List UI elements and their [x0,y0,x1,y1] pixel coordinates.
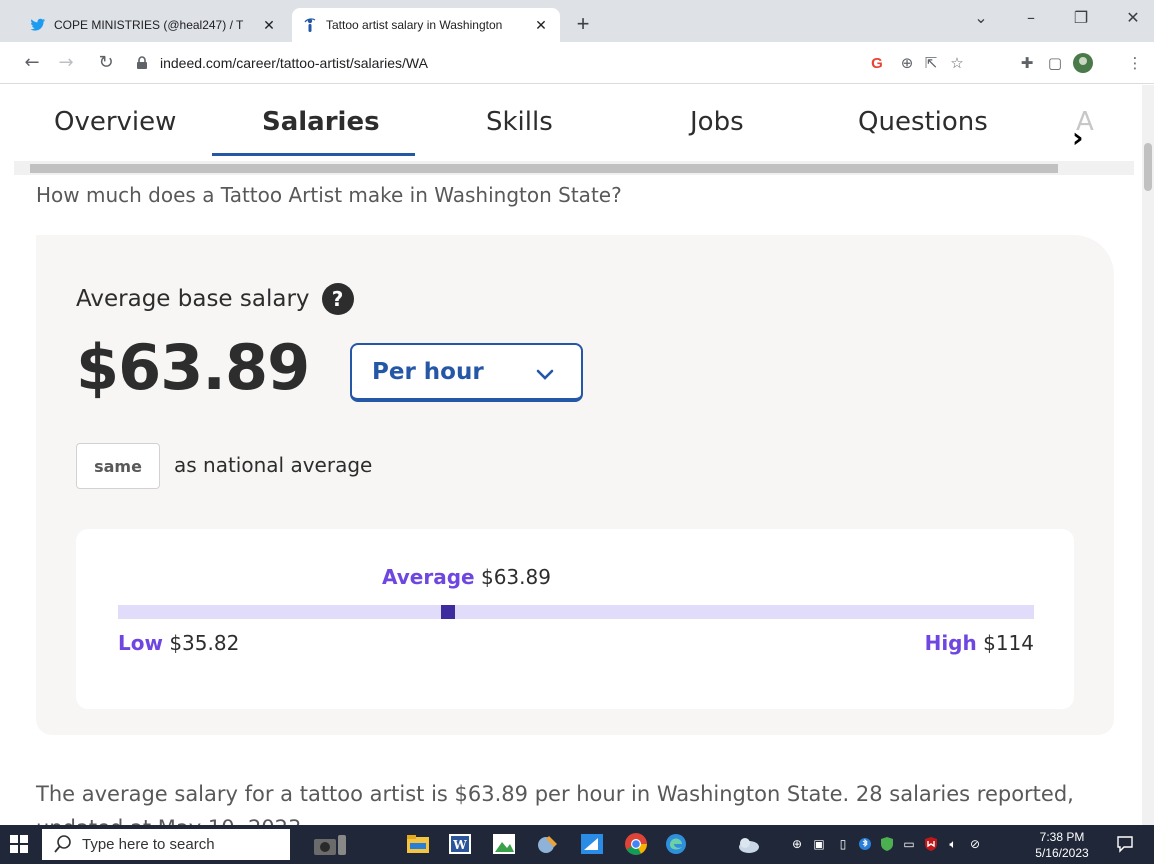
indeed-logo-icon [302,17,318,33]
search-icon [54,834,72,858]
search-placeholder: Type here to search [82,836,215,853]
range-average-label: Average $63.89 [382,565,551,589]
tray-app-icon[interactable]: ▣ [810,835,828,853]
taskbar-search-box[interactable]: Type here to search [42,829,290,860]
usb-icon[interactable]: ▯ [834,835,852,853]
tab-title: COPE MINISTRIES (@heal247) / T [54,18,244,32]
share-icon[interactable]: ⇱ [920,52,942,74]
chevron-down-icon [535,362,555,388]
google-icon[interactable]: G [866,52,888,74]
tab-skills[interactable]: Skills [486,107,553,137]
network-icon[interactable]: ▭ [900,835,918,853]
notification-mute-icon[interactable]: ⊘ [966,835,984,853]
help-question-icon[interactable]: ? [321,283,354,315]
range-low-label: Low $35.82 [118,631,239,655]
action-center-icon[interactable] [1116,835,1136,855]
tab-title: Tattoo artist salary in Washington [326,18,503,32]
pay-period-value: Per hour [372,358,484,385]
browser-tab-strip: COPE MINISTRIES (@heal247) / T ✕ Tattoo … [0,0,1154,42]
comparison-text: as national average [174,453,373,477]
extensions-puzzle-icon[interactable]: ✚ [1016,52,1038,74]
tab-questions[interactable]: Questions [858,107,988,137]
salary-summary-text: The average salary for a tattoo artist i… [36,782,1074,825]
salary-question-heading: How much does a Tattoo Artist make in Wa… [36,183,622,207]
tab-jobs[interactable]: Jobs [690,107,744,137]
chrome-menu-icon[interactable]: ⋮ [1124,52,1146,74]
low-amount: $35.82 [169,631,240,655]
close-tab-icon[interactable]: ✕ [260,16,278,34]
file-explorer-icon[interactable] [404,830,432,858]
average-salary-label-text: Average base salary [76,286,310,312]
comparison-badge: same [76,443,160,489]
restore-icon[interactable]: ❐ [1066,8,1096,27]
chrome-icon[interactable] [622,830,650,858]
average-salary-value: $63.89 [76,331,310,404]
meet-now-icon[interactable]: ⊕ [788,835,806,853]
address-bar[interactable]: indeed.com/career/tattoo-artist/salaries… [136,48,856,78]
url-text: indeed.com/career/tattoo-artist/salaries… [160,55,428,71]
low-word: Low [118,631,163,655]
side-panel-icon[interactable]: ▢ [1044,52,1066,74]
average-marker [440,605,455,619]
high-amount: $114 [983,631,1034,655]
scrollbar-thumb[interactable] [30,164,1058,173]
salary-card: Average base salary ? $63.89 Per hour sa… [36,235,1114,735]
camera-app-icon[interactable] [310,830,350,858]
new-tab-button[interactable]: + [570,12,596,38]
profile-avatar[interactable] [1072,52,1094,74]
close-window-icon[interactable]: ✕ [1118,8,1148,27]
lock-icon [136,56,150,70]
horizontal-scrollbar[interactable] [14,161,1134,175]
high-word: High [924,631,977,655]
salary-range: Average $63.89 Low $35.82 High $114 [76,529,1074,709]
security-shield-icon[interactable] [878,835,896,853]
reload-icon[interactable]: ↻ [94,52,118,74]
tab-overview[interactable]: Overview [54,107,176,137]
weather-icon[interactable] [734,830,762,858]
edge-icon[interactable] [662,830,690,858]
mcafee-icon[interactable] [922,835,940,853]
zoom-icon[interactable]: ⊕ [896,52,918,74]
photos-app-icon[interactable] [490,830,518,858]
average-amount: $63.89 [480,565,551,589]
range-high-label: High $114 [925,631,1034,655]
active-tab-indicator [212,153,415,156]
browser-tab-twitter[interactable]: COPE MINISTRIES (@heal247) / T ✕ [20,8,288,42]
tab-salaries[interactable]: Salaries [262,107,380,137]
paint-app-icon[interactable] [534,830,562,858]
word-icon[interactable]: W [446,830,474,858]
forward-arrow-icon[interactable]: → [54,52,78,74]
minimize-icon[interactable]: – [1016,8,1046,27]
pay-period-dropdown[interactable]: Per hour [350,343,583,402]
volume-icon[interactable]: 🔈︎ [944,835,962,853]
svg-text:W: W [452,838,467,852]
close-tab-icon[interactable]: ✕ [532,16,550,34]
vertical-scrollbar[interactable] [1142,85,1154,825]
scrollbar-thumb[interactable] [1144,143,1152,191]
bookmark-star-icon[interactable]: ☆ [946,52,968,74]
browser-tab-indeed[interactable]: Tattoo artist salary in Washington ✕ [292,8,560,42]
average-word: Average [382,565,475,589]
back-arrow-icon[interactable]: ← [20,52,44,74]
chevron-right-icon[interactable]: › [1072,121,1084,154]
taskbar-clock[interactable]: 7:38 PM 5/16/2023 [1030,829,1094,861]
windows-start-icon[interactable] [10,835,30,855]
clock-time: 7:38 PM [1039,830,1085,844]
twitter-bird-icon [30,17,46,33]
tab-search-chevron-icon[interactable]: ⌄ [966,8,996,27]
windows-taskbar: Type here to search W ⊕ ▣ ▯ ▭ 🔈︎ ⊘ 7:38 … [0,825,1154,864]
average-salary-label: Average base salary ? [76,283,354,315]
browser-toolbar: ← → ↻ indeed.com/career/tattoo-artist/sa… [0,42,1154,84]
range-track [118,605,1034,619]
clock-date: 5/16/2023 [1035,846,1089,860]
whiteboard-app-icon[interactable] [578,830,606,858]
page-content: Overview Salaries Skills Jobs Questions … [0,85,1142,825]
career-nav-tabs: Overview Salaries Skills Jobs Questions … [0,85,1142,157]
bluetooth-icon[interactable] [856,835,874,853]
